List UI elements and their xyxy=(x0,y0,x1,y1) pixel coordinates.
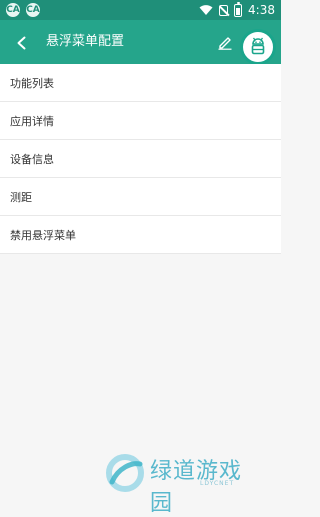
watermark-url: LDYCNET xyxy=(200,480,235,487)
notification-area: CA CA xyxy=(0,3,40,17)
menu-item-measure[interactable]: 测距 xyxy=(0,178,281,216)
menu-item-disable-float[interactable]: 禁用悬浮菜单 xyxy=(0,216,281,254)
menu-list: 功能列表 应用详情 设备信息 测距 禁用悬浮菜单 xyxy=(0,64,281,254)
app-notification-icon: CA xyxy=(26,3,40,17)
pencil-icon xyxy=(218,37,232,50)
wifi-icon xyxy=(199,5,213,15)
menu-item-feature-list[interactable]: 功能列表 xyxy=(0,64,281,102)
menu-item-label: 设备信息 xyxy=(10,152,54,166)
menu-item-app-details[interactable]: 应用详情 xyxy=(0,102,281,140)
clock: 4:38 xyxy=(248,3,275,17)
back-button[interactable] xyxy=(10,31,34,55)
status-bar: CA CA 4:38 xyxy=(0,0,281,20)
battery-icon xyxy=(234,1,243,17)
android-robot-icon xyxy=(251,37,265,55)
menu-item-label: 测距 xyxy=(10,190,32,204)
floating-menu-ball[interactable] xyxy=(240,29,276,65)
menu-item-label: 禁用悬浮菜单 xyxy=(10,228,76,242)
app-notification-icon: CA xyxy=(6,3,20,17)
brand-logo-icon xyxy=(106,454,144,492)
watermark: 绿道游戏园 LDYCNET xyxy=(104,452,264,515)
arrow-left-icon xyxy=(17,36,26,50)
menu-item-label: 功能列表 xyxy=(10,76,54,90)
app-bar: 悬浮菜单配置 xyxy=(0,20,281,64)
no-sim-icon xyxy=(219,4,229,16)
system-status: 4:38 xyxy=(199,1,281,17)
menu-item-label: 应用详情 xyxy=(10,114,54,128)
menu-item-device-info[interactable]: 设备信息 xyxy=(0,140,281,178)
edit-button[interactable] xyxy=(214,31,236,53)
page-title: 悬浮菜单配置 xyxy=(46,34,125,49)
